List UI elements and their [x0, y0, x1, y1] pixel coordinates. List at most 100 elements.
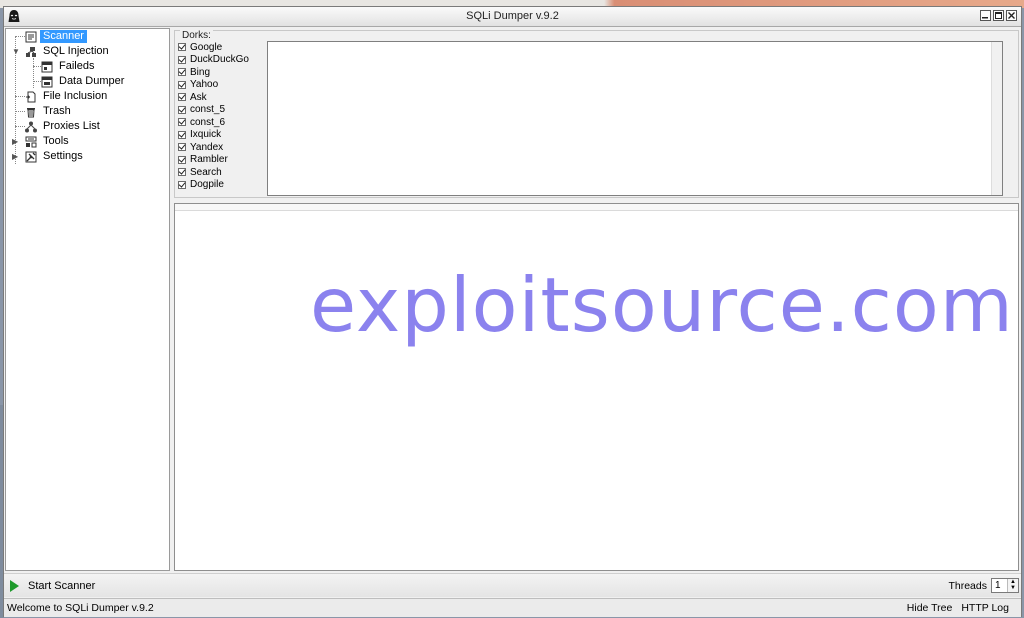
settings-icon	[25, 151, 37, 162]
tree-item-label: Tools	[43, 135, 69, 147]
engine-label: const_6	[190, 116, 226, 128]
checkbox-checked-icon[interactable]	[178, 180, 186, 189]
results-panel[interactable]	[174, 203, 1019, 571]
checkbox-checked-icon[interactable]	[178, 143, 186, 152]
engine-checkbox-bing[interactable]: Bing	[178, 66, 266, 79]
engine-checkbox-yandex[interactable]: Yandex	[178, 141, 266, 154]
tree-item-label: Scanner	[40, 30, 87, 43]
engine-label: const_5	[190, 104, 226, 116]
tree-item-data-dumper[interactable]: Data Dumper	[41, 74, 127, 89]
tools-icon	[25, 136, 37, 147]
search-engine-list: Google DuckDuckGo Bing Yahoo Ask const_5…	[178, 41, 266, 191]
tree-item-sql-injection[interactable]: SQL Injection	[25, 44, 112, 59]
tree-item-label: Data Dumper	[59, 75, 125, 87]
engine-checkbox-google[interactable]: Google	[178, 41, 266, 54]
start-scanner-button[interactable]: Start Scanner	[8, 577, 101, 595]
navigation-tree[interactable]: ▼ ▶ ▶ Scanner SQL Injection Faileds Data…	[5, 28, 170, 571]
tree-item-label: Trash	[43, 105, 71, 117]
threads-stepper[interactable]: 1 ▲ ▼	[991, 578, 1019, 593]
start-scanner-label: Start Scanner	[28, 580, 96, 592]
maximize-icon	[995, 12, 1002, 19]
tree-item-proxies-list[interactable]: Proxies List	[25, 119, 103, 134]
tree-item-file-inclusion[interactable]: File Inclusion	[25, 89, 110, 104]
tree-item-faileds[interactable]: Faileds	[41, 59, 97, 74]
checkbox-checked-icon[interactable]	[178, 105, 186, 114]
tree-connector	[33, 58, 34, 88]
play-icon	[10, 580, 19, 592]
checkbox-checked-icon[interactable]	[178, 155, 186, 164]
status-actions: Hide Tree HTTP Log	[907, 602, 1009, 614]
checkbox-checked-icon[interactable]	[178, 168, 186, 177]
threads-label: Threads	[948, 580, 987, 592]
tree-connector	[15, 36, 25, 37]
window-icon	[41, 61, 53, 72]
engine-label: Search	[190, 166, 222, 178]
window-controls	[980, 10, 1017, 21]
engine-label: Dogpile	[190, 179, 224, 191]
window-title: SQLi Dumper v.9.2	[466, 10, 559, 22]
engine-checkbox-const-6[interactable]: const_6	[178, 116, 266, 129]
engine-label: Ixquick	[190, 129, 222, 141]
tree-connector	[15, 96, 25, 97]
tree-item-label: File Inclusion	[43, 90, 108, 102]
collapse-arrow-icon[interactable]: ▼	[12, 48, 20, 56]
close-button[interactable]	[1006, 10, 1017, 21]
checkbox-checked-icon[interactable]	[178, 55, 186, 64]
engine-checkbox-duckduckgo[interactable]: DuckDuckGo	[178, 54, 266, 67]
hide-tree-button[interactable]: Hide Tree	[907, 602, 953, 614]
watermark-text: exploitsource.com	[310, 261, 1014, 349]
engine-label: Google	[190, 41, 223, 53]
checkbox-checked-icon[interactable]	[178, 43, 186, 52]
checkbox-checked-icon[interactable]	[178, 118, 186, 127]
trash-icon	[27, 107, 35, 117]
dorks-scrollbar[interactable]	[991, 42, 1002, 195]
spin-arrows-icon[interactable]: ▲ ▼	[1007, 579, 1018, 592]
dorks-group: Dorks: Google DuckDuckGo Bing Yahoo Ask …	[174, 30, 1019, 198]
engine-label: Rambler	[190, 154, 228, 166]
engine-checkbox-const-5[interactable]: const_5	[178, 104, 266, 117]
status-bar: Welcome to SQLi Dumper v.9.2 Hide Tree H…	[4, 598, 1021, 617]
file-icon	[26, 91, 36, 102]
tree-item-label: Faileds	[59, 60, 95, 72]
http-log-button[interactable]: HTTP Log	[961, 602, 1009, 614]
engine-label: Yandex	[190, 141, 224, 153]
checkbox-checked-icon[interactable]	[178, 80, 186, 89]
tree-item-label: Proxies List	[43, 120, 100, 132]
tree-item-tools[interactable]: Tools	[25, 134, 72, 149]
tree-item-trash[interactable]: Trash	[25, 104, 74, 119]
network-icon	[25, 121, 37, 132]
dorks-input[interactable]	[267, 41, 1003, 196]
engine-checkbox-search[interactable]: Search	[178, 166, 266, 179]
tree-connector	[15, 126, 25, 127]
engine-checkbox-yahoo[interactable]: Yahoo	[178, 79, 266, 92]
checkbox-checked-icon[interactable]	[178, 93, 186, 102]
engine-checkbox-rambler[interactable]: Rambler	[178, 154, 266, 167]
minimize-icon	[982, 17, 988, 19]
tree-item-scanner[interactable]: Scanner	[25, 29, 87, 44]
engine-checkbox-ixquick[interactable]: Ixquick	[178, 129, 266, 142]
expand-arrow-icon[interactable]: ▶	[12, 138, 19, 146]
engine-label: Ask	[190, 91, 207, 103]
engine-label: Bing	[190, 66, 211, 78]
network-icon	[26, 46, 36, 57]
status-message: Welcome to SQLi Dumper v.9.2	[7, 602, 154, 614]
tree-connector	[33, 81, 41, 82]
maximize-button[interactable]	[993, 10, 1004, 21]
engine-label: DuckDuckGo	[190, 54, 249, 66]
title-bar[interactable]: SQLi Dumper v.9.2	[4, 7, 1021, 27]
results-header	[175, 204, 1018, 211]
scanner-icon	[25, 31, 37, 42]
checkbox-checked-icon[interactable]	[178, 68, 186, 77]
expand-arrow-icon[interactable]: ▶	[12, 153, 19, 161]
engine-checkbox-dogpile[interactable]: Dogpile	[178, 179, 266, 192]
tree-item-label: Settings	[43, 150, 83, 162]
checkbox-checked-icon[interactable]	[178, 130, 186, 139]
window-icon	[41, 76, 53, 87]
dorks-caption: Dorks:	[180, 30, 213, 41]
minimize-button[interactable]	[980, 10, 991, 21]
engine-label: Yahoo	[190, 79, 219, 91]
tree-connector	[33, 66, 41, 67]
engine-checkbox-ask[interactable]: Ask	[178, 91, 266, 104]
tree-item-settings[interactable]: Settings	[25, 149, 86, 164]
tree-item-label: SQL Injection	[43, 45, 109, 57]
